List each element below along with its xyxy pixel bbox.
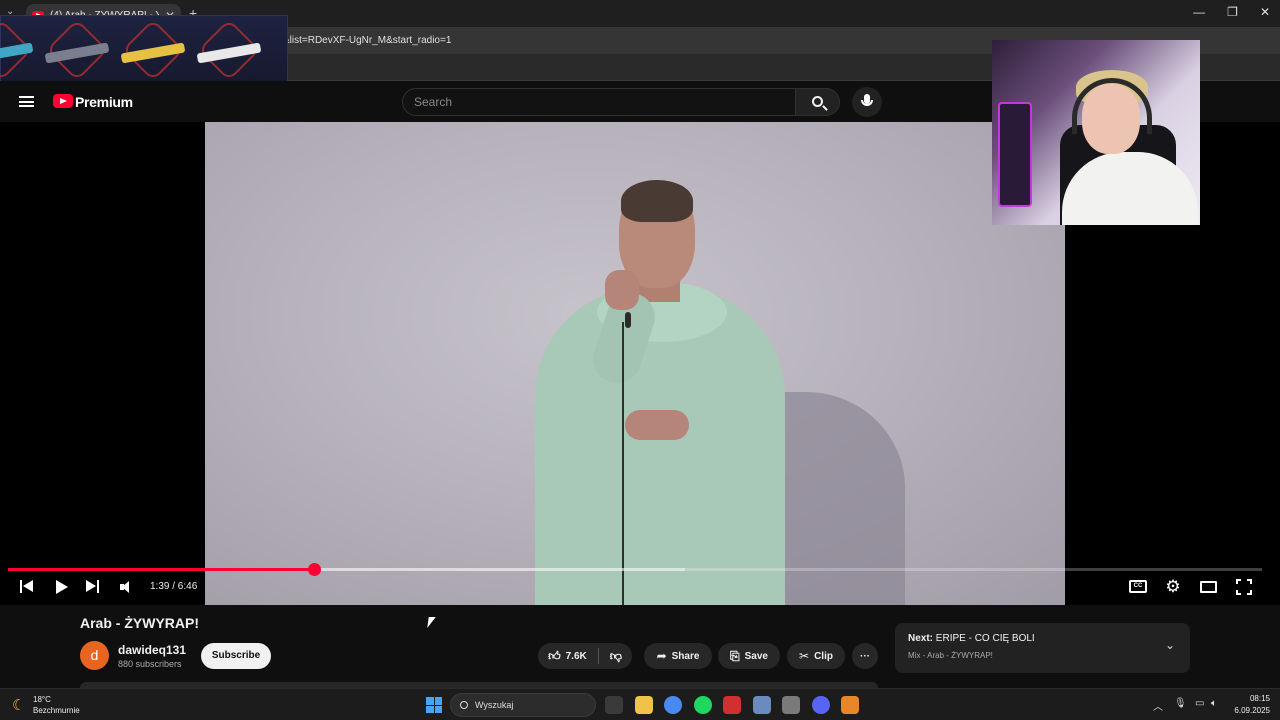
played-bar xyxy=(8,568,314,571)
save-label: Save xyxy=(744,650,768,662)
taskbar-search[interactable]: Wyszukaj xyxy=(450,693,596,717)
search-button[interactable] xyxy=(795,88,840,116)
performer-gesture-hand xyxy=(625,410,689,440)
more-actions-button[interactable]: ··· xyxy=(852,643,878,669)
performer-hand xyxy=(605,270,639,310)
taskbar-search-label: Wyszukaj xyxy=(475,700,514,710)
theater-mode-icon[interactable] xyxy=(1200,581,1217,593)
microphone-tray-icon[interactable]: 🎙︎ xyxy=(1174,698,1187,709)
play-icon[interactable] xyxy=(55,578,69,596)
video-frame[interactable] xyxy=(205,122,1065,605)
file-explorer-icon[interactable] xyxy=(634,696,653,714)
fullscreen-icon[interactable] xyxy=(1236,579,1252,595)
time-display: 1:39 / 6:46 xyxy=(150,581,198,592)
share-button[interactable]: ➦ Share xyxy=(644,643,712,669)
channel-name[interactable]: dawideq131 xyxy=(118,643,186,657)
subtitles-icon[interactable]: CC xyxy=(1129,580,1147,593)
like-divider xyxy=(597,648,599,664)
up-next-title-row: Next: ERIPE - CO CIĘ BOLI xyxy=(908,633,1035,644)
handheld-microphone xyxy=(625,312,631,328)
close-window-button[interactable]: ✕ xyxy=(1260,5,1270,19)
weather-condition[interactable]: Bezchmurnie xyxy=(33,706,80,715)
previous-icon[interactable] xyxy=(20,578,34,596)
network-icon[interactable]: ▭ xyxy=(1195,698,1204,709)
clip-label: Clip xyxy=(814,650,833,662)
search-input[interactable] xyxy=(402,88,796,116)
restore-button[interactable]: ❐ xyxy=(1227,5,1238,19)
window-controls: — ❐ ✕ xyxy=(1193,5,1270,19)
speaker-icon[interactable]: 🔈︎ xyxy=(1211,698,1217,709)
steam-like-icon[interactable] xyxy=(782,696,800,714)
bookmark-icon: ⎘ xyxy=(730,648,740,663)
youtube-logo-icon[interactable] xyxy=(53,94,73,108)
microphone-icon xyxy=(861,94,873,106)
app-orange-icon[interactable] xyxy=(841,696,859,714)
share-icon: ➦ xyxy=(656,649,667,663)
clock-date: 6.09.2025 xyxy=(1234,706,1270,715)
windows-start-icon[interactable] xyxy=(426,697,442,713)
like-dislike-group: 👍︎ 7.6K 👎︎ xyxy=(538,643,632,669)
up-next-title: ERIPE - CO CIĘ BOLI xyxy=(935,633,1035,644)
voice-search-button[interactable] xyxy=(852,87,882,117)
url-text[interactable]: &list=RDevXF-UgNr_M&start_radio=1 xyxy=(283,35,451,46)
performer-hair xyxy=(621,180,693,222)
menu-icon[interactable] xyxy=(19,96,34,107)
streamer-webcam xyxy=(992,40,1200,225)
moon-weather-icon[interactable]: ☾ xyxy=(12,696,25,714)
tray-chevron-icon[interactable]: ︿ xyxy=(1153,698,1163,713)
volume-icon[interactable] xyxy=(120,578,136,596)
task-view-icon[interactable] xyxy=(605,696,623,714)
screen: ⌄ (4) Arab - ŻYWYRAP! - YouTube ✕ + — ❐ … xyxy=(0,0,1280,720)
share-label: Share xyxy=(671,650,700,662)
up-next-prefix: Next: xyxy=(908,633,934,644)
spotify-icon[interactable] xyxy=(693,696,712,714)
app-red-icon[interactable] xyxy=(723,696,741,714)
up-next-card[interactable]: Next: ERIPE - CO CIĘ BOLI Mix - Arab - Ż… xyxy=(895,623,1190,673)
subscriber-count: 880 subscribers xyxy=(118,659,182,669)
subscribe-button[interactable]: Subscribe xyxy=(201,643,271,669)
taskbar-clock[interactable]: 08:15 6.09.2025 xyxy=(1234,694,1270,715)
scrubber-handle[interactable] xyxy=(307,563,321,576)
minimize-button[interactable]: — xyxy=(1193,5,1205,19)
channel-avatar[interactable]: d xyxy=(80,641,109,670)
discord-icon[interactable] xyxy=(811,696,830,714)
up-next-playlist: Mix - Arab - ŻYWYRAP! xyxy=(908,651,993,660)
settings-icon[interactable] xyxy=(752,696,771,714)
taskbar-search-icon xyxy=(460,701,468,709)
progress-bar[interactable] xyxy=(8,563,1262,576)
windows-taskbar: ☾ 18°C Bezchmurnie Wyszukaj ︿ 🎙︎ ▭ 🔈︎ 08… xyxy=(0,688,1280,720)
rgb-pc-case xyxy=(998,102,1032,207)
save-button[interactable]: ⎘ Save xyxy=(718,643,780,669)
scissors-icon: ✂ xyxy=(799,649,810,663)
brand-label[interactable]: Premium xyxy=(75,94,133,110)
clock-time: 08:15 xyxy=(1249,694,1270,703)
clip-button[interactable]: ✂ Clip xyxy=(787,643,845,669)
weather-temperature[interactable]: 18°C xyxy=(33,695,51,704)
search-icon xyxy=(812,96,823,107)
settings-gear-icon[interactable]: ⚙ xyxy=(1164,578,1182,596)
chrome-icon[interactable] xyxy=(664,696,682,714)
next-icon[interactable] xyxy=(86,578,100,596)
dislike-icon[interactable]: 👎︎ xyxy=(610,649,622,664)
video-title: Arab - ŻYWYRAP! xyxy=(80,615,199,631)
mouse-cursor-icon xyxy=(427,617,436,628)
chevron-down-icon[interactable]: ⌄ xyxy=(1165,638,1175,652)
like-count[interactable]: 7.6K xyxy=(566,651,587,662)
microphone-cable xyxy=(622,322,624,605)
like-icon[interactable]: 👍︎ xyxy=(548,649,561,664)
